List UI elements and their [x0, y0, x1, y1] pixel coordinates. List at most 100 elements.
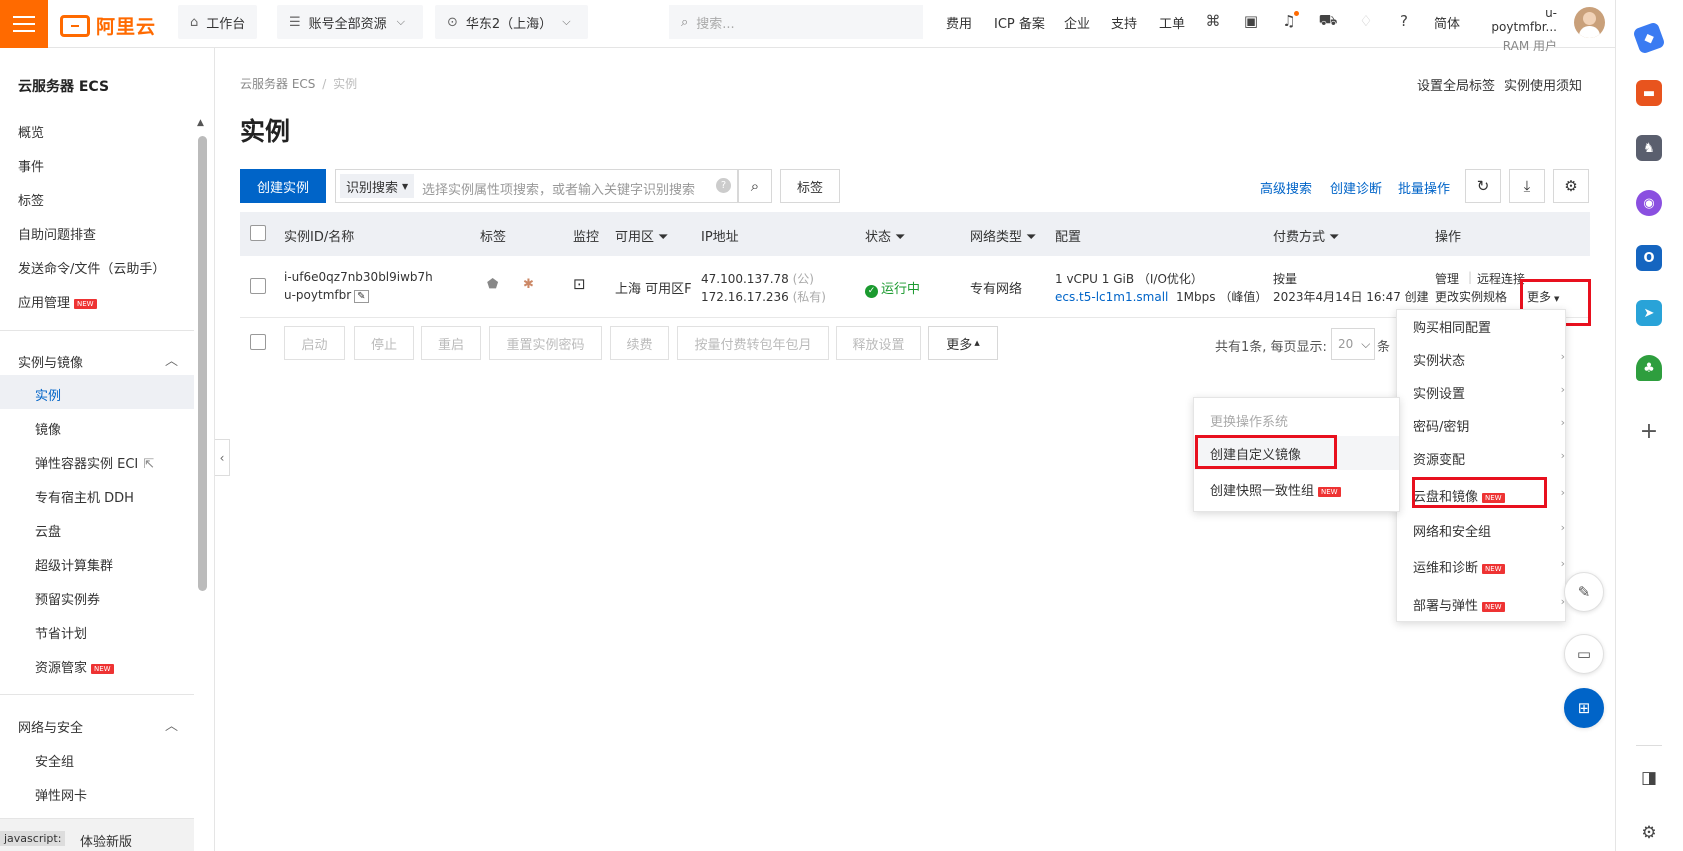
page-size-select[interactable]: 20 ⌵ [1331, 328, 1375, 360]
search-mode-dropdown[interactable]: 识别搜索 ▼ [340, 174, 415, 198]
sidebar-item-scc[interactable]: 超级计算集群 [35, 555, 113, 574]
sidebar-item-events[interactable]: 事件 [18, 156, 44, 175]
submenu-item-create-snapshot-group[interactable]: 创建快照一致性组 NEW [1210, 480, 1341, 499]
tag-icon[interactable]: ⬟ [487, 277, 498, 292]
sidebar-item-resource-butler[interactable]: 资源管家 NEW [35, 657, 114, 676]
sidebar-item-disks[interactable]: 云盘 [35, 521, 61, 540]
language-switch[interactable]: 简体 [1434, 13, 1460, 32]
avatar[interactable] [1574, 7, 1605, 38]
bulk-select-checkbox[interactable] [250, 334, 266, 350]
instance-id-link[interactable]: i-uf6e0qz7nb30bl9iwb7h [284, 270, 433, 284]
bulk-release-button[interactable]: 释放设置 [836, 326, 921, 360]
send-app-icon[interactable]: ➤ [1636, 300, 1662, 326]
region-selector[interactable]: ⊙ 华东2（上海） ⌵ [435, 5, 588, 39]
sidebar-item-troubleshoot[interactable]: 自助问题排查 [18, 224, 96, 243]
terminal-icon[interactable]: ▣ [1241, 11, 1261, 31]
download-button[interactable]: ⤓ [1509, 169, 1545, 203]
menu-item-ops-diagnosis[interactable]: 运维和诊断 NEW › [1413, 557, 1565, 576]
change-instance-type-link[interactable]: 更改实例规格 [1435, 288, 1507, 305]
sidebar-collapse-button[interactable]: ‹ [215, 439, 230, 476]
copilot-app-icon[interactable]: ◉ [1636, 190, 1662, 216]
global-search-input[interactable]: ⌕ 搜索... [669, 5, 923, 39]
instance-search-input[interactable]: 选择实例属性项搜索，或者输入关键字识别搜索 [422, 179, 695, 198]
instance-type-link[interactable]: ecs.t5-lc1m1.small [1055, 290, 1168, 304]
sidebar-scroll-up-icon[interactable]: ▲ [197, 118, 204, 128]
user-app-icon[interactable]: ♞ [1636, 135, 1662, 161]
manage-link[interactable]: 管理 [1435, 270, 1459, 287]
refresh-button[interactable]: ↻ [1465, 169, 1501, 203]
set-global-tags-link[interactable]: 设置全局标签 [1417, 75, 1495, 94]
aliyun-logo[interactable]: 阿里云 [60, 12, 156, 39]
sidebar-item-eci[interactable]: 弹性容器实例 ECI ⇱ [35, 453, 154, 472]
sidebar-item-app-management[interactable]: 应用管理 NEW [18, 292, 97, 311]
help-icon[interactable]: ? [1394, 11, 1414, 31]
menu-item-instance-status[interactable]: 实例状态 › [1413, 350, 1565, 369]
bulk-more-button[interactable]: 更多 ▲ [928, 326, 998, 360]
sidebar-item-cloud-assistant[interactable]: 发送命令/文件（云助手） [18, 258, 165, 277]
sidebar-item-security-group[interactable]: 安全组 [35, 751, 74, 770]
col-network-type[interactable]: 网络类型 ⏷ [970, 226, 1036, 245]
chat-float-button[interactable]: ▭ [1564, 634, 1604, 674]
remote-connect-link[interactable]: 远程连接 [1477, 270, 1525, 287]
hamburger-menu-icon[interactable] [0, 0, 48, 48]
create-instance-button[interactable]: 创建实例 [240, 169, 326, 203]
settings-button[interactable]: ⚙ [1553, 169, 1589, 203]
sidebar-item-instances[interactable]: 实例 [35, 385, 61, 404]
sidebar-group-network[interactable]: 网络与安全 ︿ [18, 717, 178, 736]
add-icon[interactable]: + [1636, 418, 1662, 444]
bulk-reset-password-button[interactable]: 重置实例密码 [489, 326, 602, 360]
submenu-item-replace-os[interactable]: 更换操作系统 [1210, 411, 1288, 430]
user-info[interactable]: u-poytmfbr... RAM 用户 [1482, 6, 1557, 54]
sidebar-item-ddh[interactable]: 专有宿主机 DDH [35, 487, 134, 506]
bulk-convert-billing-button[interactable]: 按量付费转包年包月 [677, 326, 829, 360]
code-icon[interactable]: ⌘ [1203, 11, 1223, 31]
nav-enterprise[interactable]: 企业 [1064, 13, 1090, 32]
menu-item-deploy-elastic[interactable]: 部署与弹性 NEW › [1413, 595, 1565, 614]
nav-icp[interactable]: ICP 备案 [994, 13, 1045, 32]
advanced-search-link[interactable]: 高级搜索 [1260, 178, 1312, 197]
help-icon[interactable]: ? [716, 178, 731, 193]
try-new-version-link[interactable]: 体验新版 [80, 831, 132, 850]
apps-float-button[interactable]: ⊞ [1564, 688, 1604, 728]
tag-app-icon[interactable]: ◆ [1632, 21, 1666, 55]
sidebar-item-reserved[interactable]: 预留实例券 [35, 589, 100, 608]
tree-app-icon[interactable]: ♣ [1636, 355, 1662, 381]
cart-icon[interactable]: ⛟ [1318, 11, 1338, 31]
toolbox-app-icon[interactable]: ▬ [1636, 80, 1662, 106]
bell-icon[interactable]: ♫ [1279, 11, 1299, 31]
edit-float-button[interactable]: ✎ [1564, 572, 1604, 612]
edit-icon[interactable]: ✎ [354, 290, 369, 303]
lightbulb-icon[interactable]: ♢ [1356, 11, 1376, 31]
menu-item-password-key[interactable]: 密码/密钥 › [1413, 416, 1565, 435]
nav-support[interactable]: 支持 [1111, 13, 1137, 32]
sidebar-item-overview[interactable]: 概览 [18, 122, 44, 141]
menu-item-resource-change[interactable]: 资源变配 › [1413, 449, 1565, 468]
nav-billing[interactable]: 费用 [946, 13, 972, 32]
col-status[interactable]: 状态 ⏷ [865, 226, 905, 245]
plugin-icon[interactable]: ✱ [523, 277, 534, 292]
bulk-start-button[interactable]: 启动 [284, 326, 345, 360]
sidebar-group-instances[interactable]: 实例与镜像 ︿ [18, 352, 178, 371]
sidebar-scrollbar[interactable] [198, 136, 207, 591]
batch-operation-link[interactable]: 批量操作 [1398, 178, 1450, 197]
monitor-icon[interactable]: ⊡ [573, 275, 586, 293]
sidebar-item-images[interactable]: 镜像 [35, 419, 61, 438]
menu-item-buy-same[interactable]: 购买相同配置 [1413, 317, 1491, 336]
select-all-checkbox[interactable] [250, 225, 266, 241]
bulk-renew-button[interactable]: 续费 [610, 326, 669, 360]
create-diagnosis-link[interactable]: 创建诊断 [1330, 178, 1382, 197]
search-button[interactable]: ⌕ [738, 169, 772, 203]
workbench-button[interactable]: ⌂ 工作台 [178, 5, 258, 39]
breadcrumb-root[interactable]: 云服务器 ECS [240, 77, 315, 91]
outlook-app-icon[interactable]: O [1636, 245, 1662, 271]
gear-icon[interactable]: ⚙ [1636, 820, 1662, 846]
sidebar-item-tags[interactable]: 标签 [18, 190, 44, 209]
bulk-restart-button[interactable]: 重启 [421, 326, 481, 360]
menu-item-network-security[interactable]: 网络和安全组 › [1413, 521, 1565, 540]
sidebar-item-eni[interactable]: 弹性网卡 [35, 785, 87, 804]
resource-selector[interactable]: ☰ 账号全部资源 ⌵ [277, 5, 423, 39]
col-billing[interactable]: 付费方式 ⏷ [1273, 226, 1339, 245]
tag-filter-button[interactable]: 标签 [780, 169, 840, 203]
instance-notice-link[interactable]: 实例使用须知 [1504, 75, 1582, 94]
row-checkbox[interactable] [250, 278, 266, 294]
